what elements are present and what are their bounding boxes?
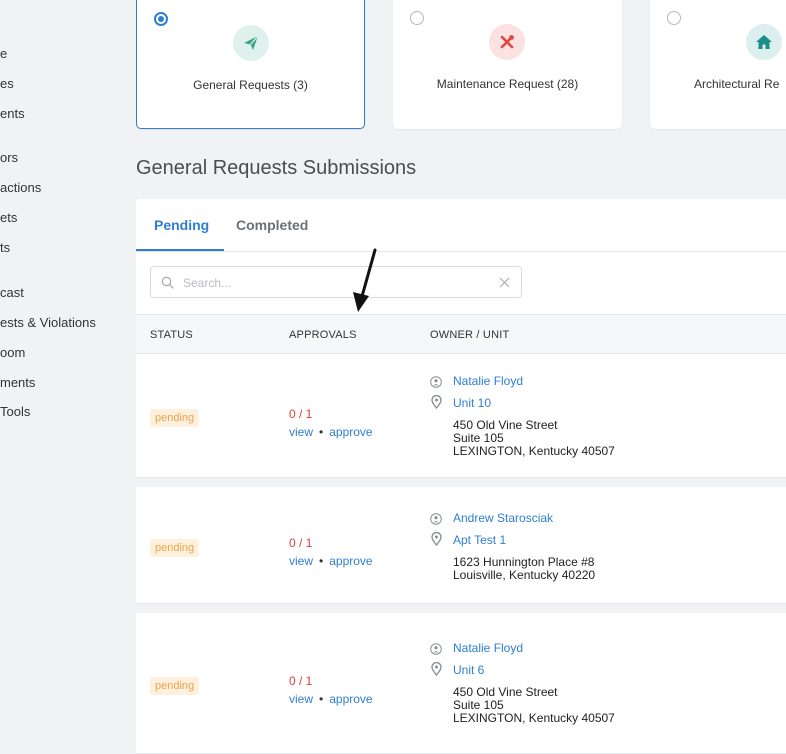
approval-count: 0 / 1 [289,407,313,421]
sidebar-item-transactions[interactable]: actions [0,180,41,195]
approve-link[interactable]: approve [329,554,372,568]
unit-address: 450 Old Vine Street Suite 105 LEXINGTON,… [453,419,615,458]
sidebar-item-documents[interactable]: ents [0,106,25,121]
unit-link[interactable]: Unit 6 [453,663,484,677]
search-box[interactable] [150,266,522,298]
location-pin-icon [431,394,442,414]
search-icon [161,276,174,289]
approval-count: 0 / 1 [289,674,313,688]
address-line: LEXINGTON, Kentucky 40507 [453,711,615,725]
approve-link[interactable]: approve [329,425,372,439]
separator: • [319,554,324,568]
unit-link[interactable]: Unit 10 [453,396,491,410]
radio-selected-icon[interactable] [154,12,168,26]
owner-link[interactable]: Natalie Floyd [453,374,523,388]
sidebar-item-boardroom[interactable]: oom [0,345,25,360]
sidebar-item-budgets[interactable]: ets [0,210,17,225]
tab-completed[interactable]: Completed [236,217,308,233]
person-icon [430,512,442,530]
status-badge: pending [150,677,200,695]
approve-link[interactable]: approve [329,692,372,706]
request-type-card-maintenance[interactable]: Maintenance Request (28) [393,0,622,129]
column-header-approvals: APPROVALS [289,329,357,341]
sidebar-item-vendors[interactable]: ors [0,150,18,165]
request-type-label: Maintenance Request (28) [436,77,579,91]
annotation-arrow-icon [353,248,377,312]
approval-actions: view • approve [289,692,373,706]
clear-search-icon[interactable] [499,277,510,288]
table-row[interactable]: pending 0 / 1 view • approve Natalie Floyd… [136,613,786,754]
approval-actions: view • approve [289,425,373,439]
column-header-owner-unit: OWNER / UNIT [430,329,510,341]
sidebar-item-announcements[interactable]: ments [0,375,35,390]
status-badge: pending [150,539,200,557]
table-row[interactable]: pending 0 / 1 view • approve Natalie Floyd… [136,354,786,478]
separator: • [319,425,324,439]
sidebar-item-home[interactable]: e [0,46,7,61]
person-icon [430,642,442,660]
request-type-card-general[interactable]: General Requests (3) [136,0,365,129]
tab-divider [136,251,786,252]
view-link[interactable]: view [289,554,313,568]
location-pin-icon [431,531,442,551]
home-icon [746,24,782,60]
unit-link[interactable]: Apt Test 1 [453,533,506,547]
address-line: LEXINGTON, Kentucky 40507 [453,444,615,458]
section-title: General Requests Submissions [136,157,417,179]
view-link[interactable]: view [289,425,313,439]
sidebar-item-messages[interactable]: es [0,76,14,91]
status-badge: pending [150,409,200,427]
view-link[interactable]: view [289,692,313,706]
owner-link[interactable]: Andrew Starosciak [453,511,553,525]
sidebar-item-reports[interactable]: ts [0,240,10,255]
request-type-label: Architectural Re [694,77,780,91]
request-type-label: General Requests (3) [193,78,308,92]
owner-link[interactable]: Natalie Floyd [453,641,523,655]
tab-pending[interactable]: Pending [154,217,209,233]
approval-count: 0 / 1 [289,536,313,550]
table-row[interactable]: pending 0 / 1 view • approve Andrew Staros… [136,487,786,604]
location-pin-icon [431,661,442,681]
approval-actions: view • approve [289,554,373,568]
search-input[interactable] [181,273,485,293]
tools-icon [489,24,525,60]
unit-address: 1623 Hunnington Place #8 Louisville, Ken… [453,556,595,582]
radio-unselected-icon[interactable] [410,11,424,25]
sidebar: e es ents ors actions ets ts cast ests &… [0,0,120,754]
submissions-panel: Pending Completed [136,199,786,314]
request-type-card-architectural[interactable]: Architectural Re [650,0,786,129]
separator: • [319,692,324,706]
radio-unselected-icon[interactable] [667,11,681,25]
sidebar-item-broadcast[interactable]: cast [0,285,24,300]
person-icon [430,375,442,393]
sidebar-item-requests-violations[interactable]: ests & Violations [0,315,96,330]
paper-plane-icon [233,25,269,61]
address-line: Louisville, Kentucky 40220 [453,568,596,582]
unit-address: 450 Old Vine Street Suite 105 LEXINGTON,… [453,686,615,725]
sidebar-item-tools[interactable]: Tools [0,404,30,419]
table-header: STATUS APPROVALS OWNER / UNIT [136,314,786,354]
column-header-status: STATUS [150,329,193,341]
